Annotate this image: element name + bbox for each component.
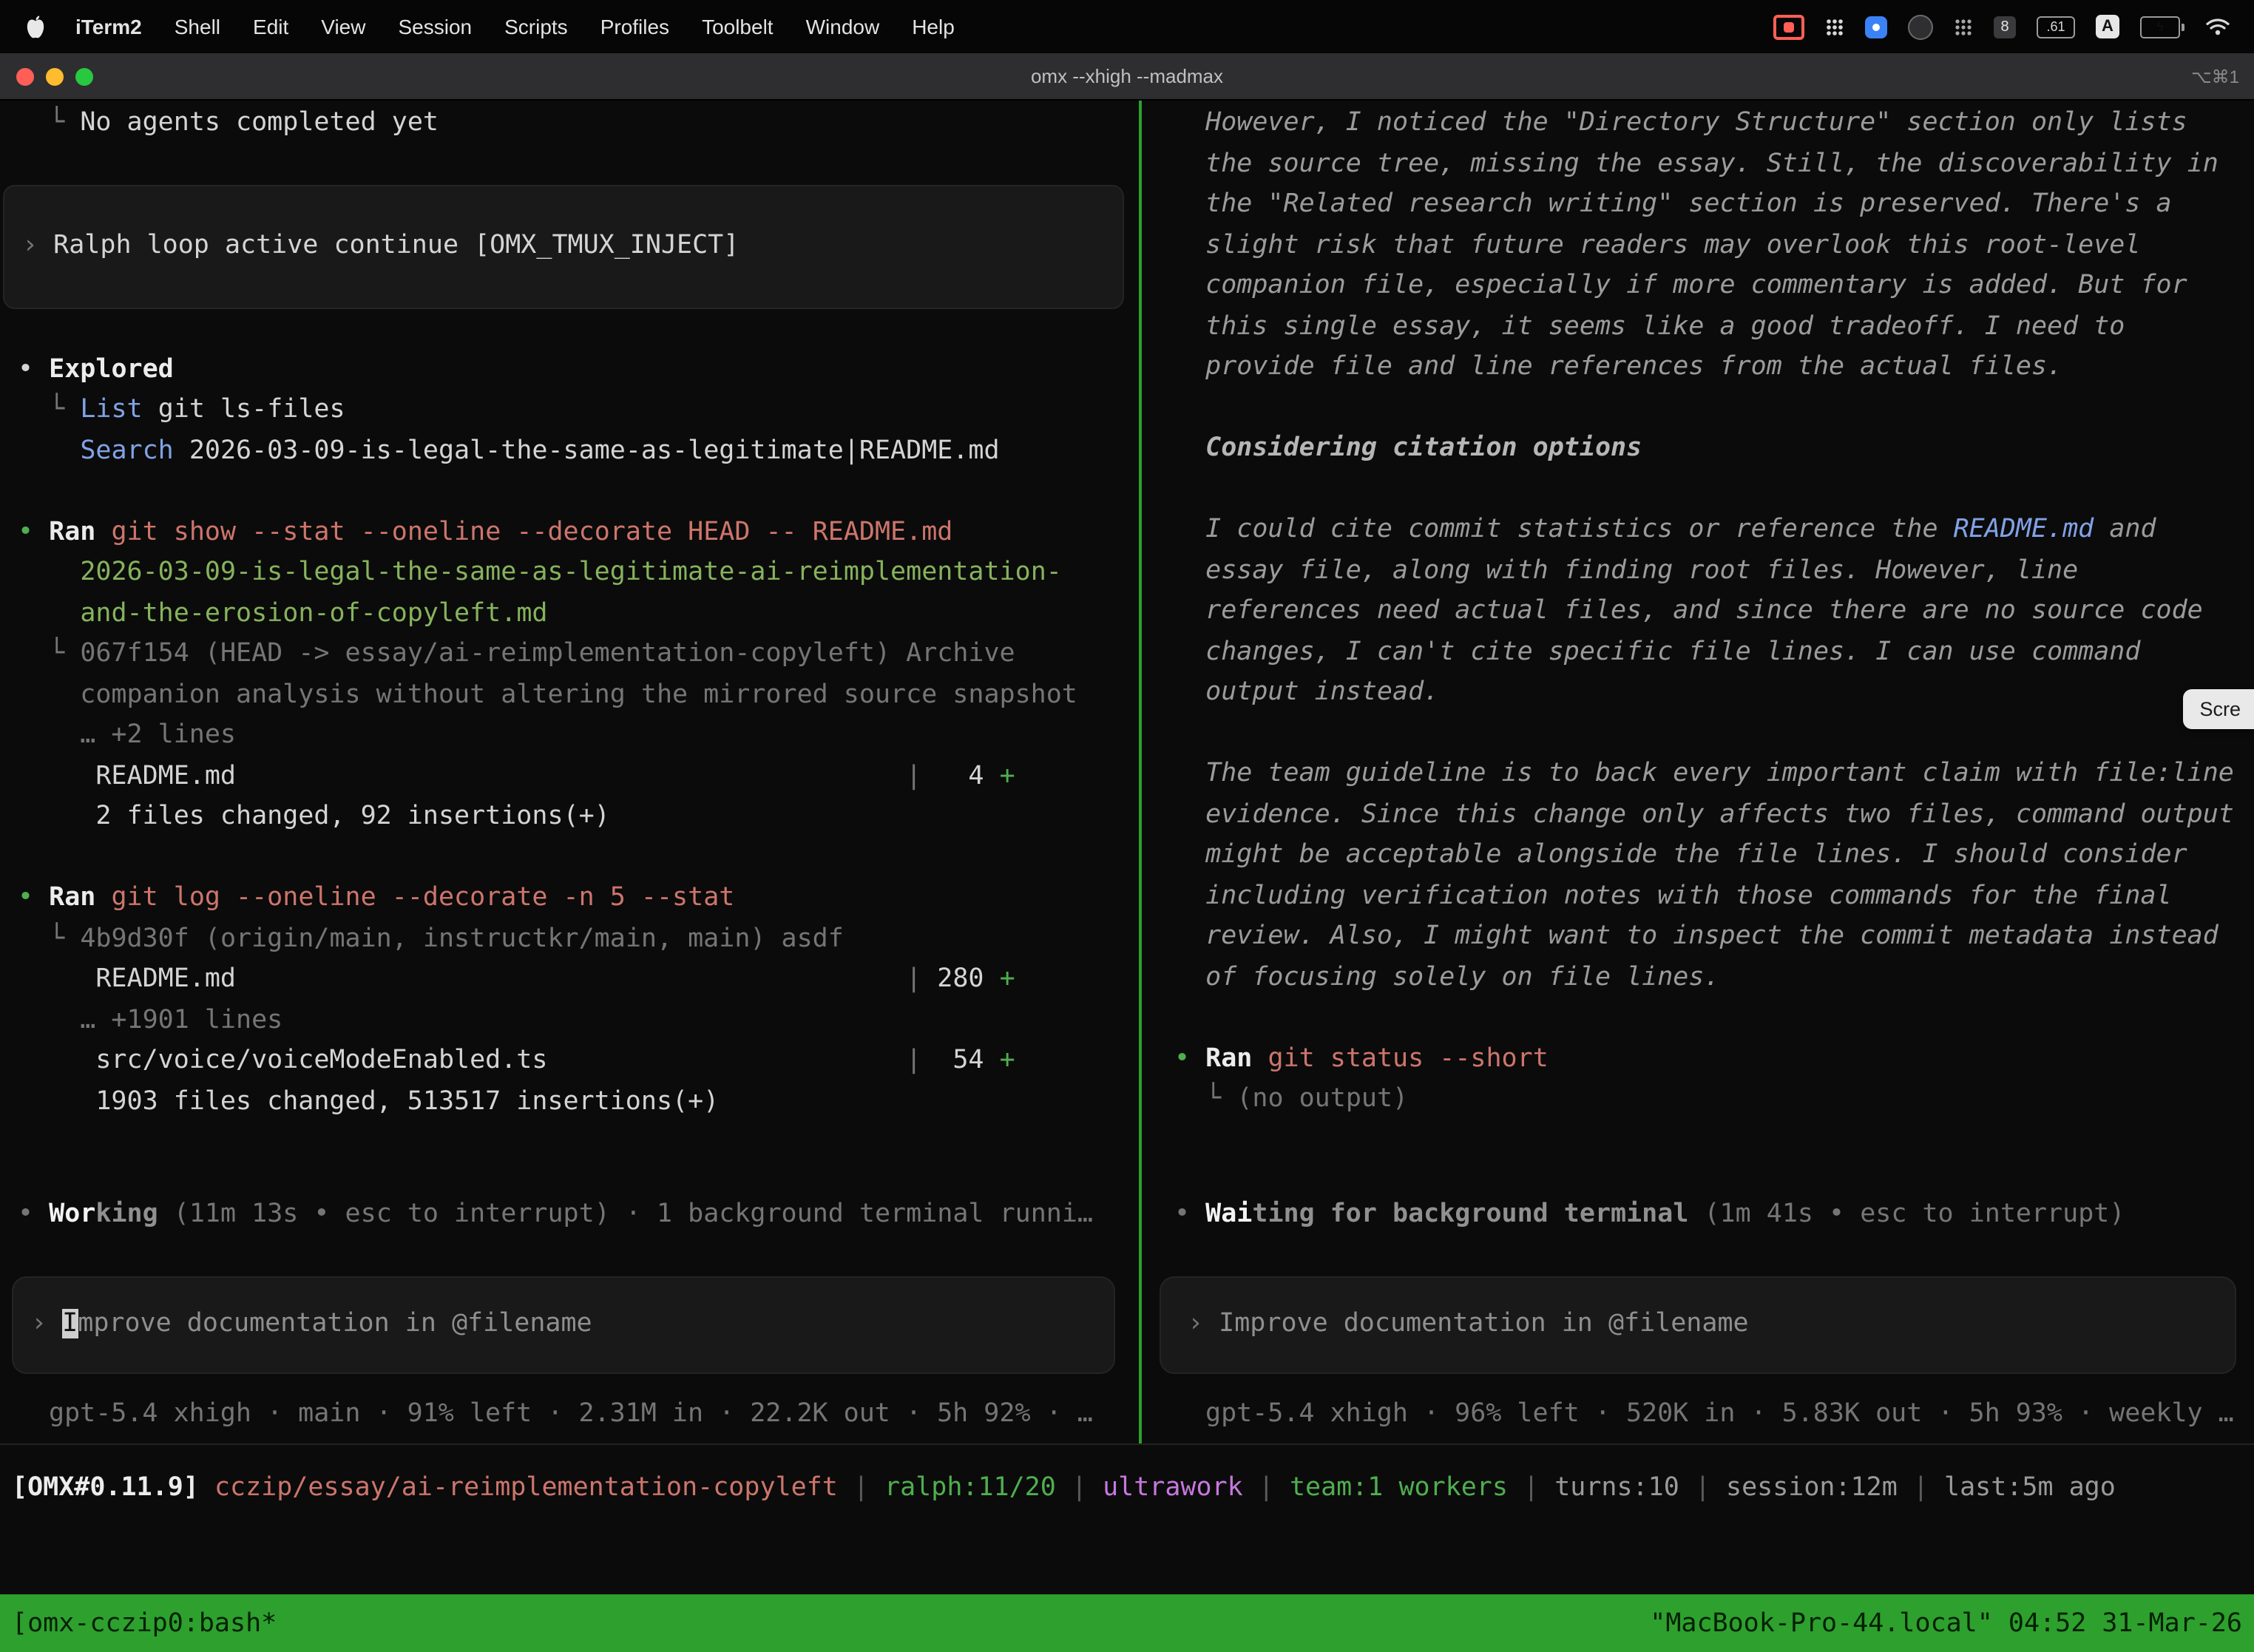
screen: iTerm2 Shell Edit View Session Scripts P… (0, 0, 2254, 1651)
terminal-line: The team guideline is to back every impo… (1148, 754, 2254, 795)
prompt-input-right[interactable]: › Improve documentation in @filename (1160, 1276, 2236, 1373)
terminal-line: • Ran git status --short (1148, 1039, 2254, 1080)
terminal-line: 1903 files changed, 513517 insertions(+) (0, 1082, 1133, 1123)
terminal-line: src/voice/voiceModeEnabled.ts | 54 + (0, 1041, 1133, 1082)
minimize-button[interactable] (46, 67, 64, 85)
terminal-line: 2026-03-09-is-legal-the-same-as-legitima… (0, 553, 1133, 594)
terminal-line (0, 472, 1133, 512)
terminal-line: might be acceptable alongside the file l… (1148, 836, 2254, 876)
terminal-line: provide file and line references from th… (1148, 348, 2254, 388)
terminal-line: However, I noticed the "Directory Struct… (1148, 104, 2254, 144)
terminal-content: └ No agents completed yet › Ralph loop a… (0, 101, 2254, 1443)
window-title: omx --xhigh --madmax (0, 65, 2254, 87)
terminal-line: • Ran git show --stat --oneline --decora… (0, 512, 1133, 553)
menu-item-edit[interactable]: Edit (237, 15, 305, 38)
traffic-lights (0, 67, 93, 85)
tmux-host-clock: "MacBook-Pro-44.local" 04:52 31-Mar-26 (1650, 1608, 2242, 1638)
model-status-right: gpt-5.4 xhigh · 96% left · 520K in · 5.8… (1148, 1394, 2254, 1435)
tmux-status-bar: [omx-cczip0:bash* "MacBook-Pro-44.local"… (0, 1594, 2254, 1652)
macos-menu-bar: iTerm2 Shell Edit View Session Scripts P… (0, 0, 2254, 53)
tmux-pane-right[interactable]: However, I noticed the "Directory Struct… (1148, 101, 2254, 1443)
prompt-line-right: › Improve documentation in @filename (1161, 1304, 1749, 1345)
keyboard-grid-icon[interactable] (1825, 10, 1844, 43)
terminal-line (1148, 998, 2254, 1039)
menu-item-iterm2[interactable]: iTerm2 (59, 15, 158, 38)
menu-item-scripts[interactable]: Scripts (488, 15, 584, 38)
terminal-line: references need actual files, and since … (1148, 592, 2254, 632)
terminal-line: output instead. (1148, 673, 2254, 714)
zoom-button[interactable] (75, 67, 93, 85)
terminal-line: └ (no output) (1148, 1080, 2254, 1120)
tmux-session-label: [omx-cczip0:bash* (12, 1608, 277, 1638)
tmux-pane-divider[interactable] (1133, 101, 1148, 1443)
terminal-line (1148, 388, 2254, 429)
right-scrollback: However, I noticed the "Directory Struct… (1148, 104, 2254, 1120)
dark-circle-icon[interactable] (1908, 10, 1933, 43)
terminal-line (1148, 470, 2254, 510)
terminal-line (1148, 714, 2254, 754)
menu-item-window[interactable]: Window (790, 15, 896, 38)
terminal-line: README.md | 280 + (0, 960, 1133, 1001)
terminal-line: the "Related research writing" section i… (1148, 185, 2254, 226)
terminal-line: Search 2026-03-09-is-legal-the-same-as-l… (0, 431, 1133, 472)
terminal-line: the source tree, missing the essay. Stil… (1148, 144, 2254, 185)
apple-menu-icon[interactable] (15, 14, 59, 39)
battery-percent-icon[interactable]: .61 (2037, 10, 2075, 43)
omx-status-line: [OMX#0.11.9] cczip/essay/ai-reimplementa… (0, 1469, 2254, 1509)
terminal-line: • Ran git log --oneline --decorate -n 5 … (0, 879, 1133, 919)
terminal-line: └ 067f154 (HEAD -> essay/ai-reimplementa… (0, 634, 1133, 675)
menu-item-shell[interactable]: Shell (158, 15, 237, 38)
terminal-line: of focusing solely on file lines. (1148, 958, 2254, 998)
ralph-inject-banner: › Ralph loop active continue [OMX_TMUX_I… (3, 185, 1124, 309)
terminal-line: └ 4b9d30f (origin/main, instructkr/main,… (0, 919, 1133, 960)
screen-record-icon[interactable] (1773, 10, 1804, 43)
terminal-line: essay file, along with finding root file… (1148, 551, 2254, 592)
terminal-line: 2 files changed, 92 insertions(+) (0, 797, 1133, 838)
omx-status-bar: [OMX#0.11.9] cczip/essay/ai-reimplementa… (0, 1443, 2254, 1594)
close-button[interactable] (16, 67, 34, 85)
terminal-line: evidence. Since this change only affects… (1148, 795, 2254, 836)
terminal-line: └ List git ls-files (0, 390, 1133, 431)
keycap-8-icon[interactable]: 8 (1994, 10, 2016, 43)
window-title-bar[interactable]: omx --xhigh --madmax ⌥⌘1 (0, 53, 2254, 101)
terminal-line: this single essay, it seems like a good … (1148, 307, 2254, 348)
terminal-line: review. Also, I might want to inspect th… (1148, 917, 2254, 958)
terminal-line: I could cite commit statistics or refere… (1148, 510, 2254, 551)
terminal-line (0, 838, 1133, 879)
ralph-inject-line: › Ralph loop active continue [OMX_TMUX_I… (4, 227, 739, 268)
terminal-line: • Explored (0, 350, 1133, 390)
terminal-line: companion file, especially if more comme… (1148, 266, 2254, 307)
window-shortcut-badge: ⌥⌘1 (2191, 66, 2239, 87)
pane-divider-line (1139, 101, 1142, 1443)
menu-item-toolbelt[interactable]: Toolbelt (686, 15, 790, 38)
terminal-line: slight risk that future readers may over… (1148, 226, 2254, 266)
terminal-line: companion analysis without altering the … (0, 675, 1133, 716)
working-status-line: • Working (11m 13s • esc to interrupt) ·… (0, 1194, 1133, 1235)
tmux-pane-left[interactable]: └ No agents completed yet › Ralph loop a… (0, 101, 1133, 1443)
terminal-line: including verification notes with those … (1148, 876, 2254, 917)
prompt-line-left: › Improve documentation in @filename (13, 1304, 592, 1345)
left-scrollback: • Explored └ List git ls-files Search 20… (0, 350, 1133, 1123)
menu-item-view[interactable]: View (305, 15, 382, 38)
agents-completed-line: └ No agents completed yet (0, 104, 1133, 144)
blue-app-icon[interactable] (1865, 10, 1887, 43)
dots-grid-icon[interactable] (1954, 10, 1973, 43)
battery-icon[interactable]: ϟ (2140, 10, 2184, 43)
terminal-line: Considering citation options (1148, 429, 2254, 470)
wifi-icon[interactable] (2205, 10, 2230, 43)
menu-item-session[interactable]: Session (382, 15, 488, 38)
waiting-status-line: • Waiting for background terminal (1m 41… (1148, 1194, 2254, 1235)
terminal-line: changes, I can't cite specific file line… (1148, 632, 2254, 673)
input-source-icon[interactable]: A (2096, 10, 2119, 43)
menu-item-help[interactable]: Help (896, 15, 971, 38)
prompt-input-left[interactable]: › Improve documentation in @filename (12, 1276, 1115, 1373)
terminal-line: … +1901 lines (0, 1001, 1133, 1041)
screen-share-overlay[interactable]: Scre (2183, 689, 2254, 729)
terminal-line: and-the-erosion-of-copyleft.md (0, 594, 1133, 634)
menu-item-profiles[interactable]: Profiles (584, 15, 686, 38)
terminal-line: README.md | 4 + (0, 756, 1133, 797)
model-status-left: gpt-5.4 xhigh · main · 91% left · 2.31M … (0, 1394, 1133, 1435)
terminal-line: … +2 lines (0, 716, 1133, 756)
